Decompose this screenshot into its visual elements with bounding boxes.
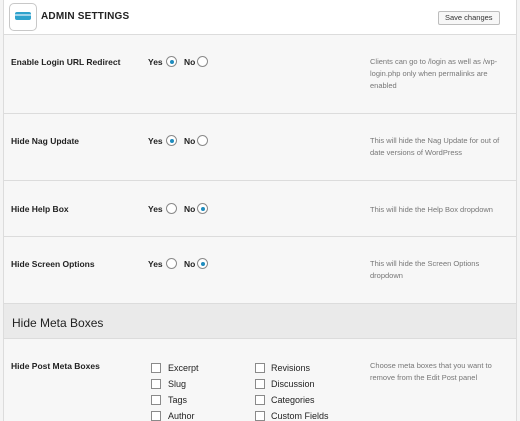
help-box-yes-radio[interactable] <box>166 203 177 214</box>
login-redirect-no-radio[interactable] <box>197 56 208 67</box>
author-checkbox[interactable] <box>151 411 161 421</box>
meta-boxes-section-header: Hide Meta Boxes <box>4 303 516 339</box>
login-redirect-yes-radio[interactable] <box>166 56 177 67</box>
setting-description: Choose meta boxes that you want to remov… <box>370 361 492 382</box>
yes-label: Yes <box>148 57 163 67</box>
checkbox-label: Custom Fields <box>271 411 329 421</box>
nag-update-yes-radio[interactable] <box>166 135 177 146</box>
discussion-checkbox[interactable] <box>255 379 265 389</box>
no-label: No <box>184 136 196 146</box>
revisions-checkbox[interactable] <box>255 363 265 373</box>
nag-update-no-radio[interactable] <box>197 135 208 146</box>
checkbox-label: Tags <box>168 395 188 405</box>
setting-description: Clients can go to /login as well as /wp-… <box>370 57 498 90</box>
excerpt-checkbox[interactable] <box>151 363 161 373</box>
page-title: ADMIN SETTINGS <box>41 11 130 22</box>
checkbox-label: Author <box>168 411 195 421</box>
checkbox-label: Discussion <box>271 379 315 389</box>
no-label: No <box>184 57 196 67</box>
tags-checkbox[interactable] <box>151 395 161 405</box>
help-box-no-radio[interactable] <box>197 203 208 214</box>
no-label: No <box>184 259 196 269</box>
screen-options-yes-radio[interactable] <box>166 258 177 269</box>
setting-label: Hide Post Meta Boxes <box>11 361 100 371</box>
checkbox-label: Excerpt <box>168 363 199 373</box>
setting-row-nag-update: Hide Nag Update Yes No This will hide th… <box>4 114 516 181</box>
setting-description: This will hide the Nag Update for out of… <box>370 136 500 157</box>
setting-label: Hide Screen Options <box>11 259 95 269</box>
setting-row-screen-options: Hide Screen Options Yes No This will hid… <box>4 237 516 303</box>
categories-checkbox[interactable] <box>255 395 265 405</box>
setting-description: This will hide the Help Box dropdown <box>370 205 493 214</box>
no-label: No <box>184 204 196 214</box>
custom-fields-checkbox[interactable] <box>255 411 265 421</box>
save-changes-button[interactable]: Save changes <box>438 11 500 25</box>
plugin-logo <box>9 3 37 31</box>
setting-label: Enable Login URL Redirect <box>11 57 121 67</box>
setting-row-login-redirect: Enable Login URL Redirect Yes No Clients… <box>4 36 516 114</box>
screen-options-no-radio[interactable] <box>197 258 208 269</box>
setting-row-help-box: Hide Help Box Yes No This will hide the … <box>4 181 516 237</box>
setting-description: This will hide the Screen Options dropdo… <box>370 259 480 280</box>
setting-label: Hide Help Box <box>11 204 69 214</box>
slug-checkbox[interactable] <box>151 379 161 389</box>
setting-label: Hide Nag Update <box>11 136 80 146</box>
checkbox-label: Categories <box>271 395 315 405</box>
setting-row-post-meta-boxes: Hide Post Meta Boxes Excerpt Slug Tags A… <box>4 339 516 421</box>
settings-panel: ADMIN SETTINGS Save changes Enable Login… <box>3 0 517 421</box>
window-bar-icon <box>15 12 31 20</box>
yes-label: Yes <box>148 136 163 146</box>
page-header: ADMIN SETTINGS Save changes <box>4 0 516 35</box>
checkbox-label: Revisions <box>271 363 311 373</box>
checkbox-label: Slug <box>168 379 187 389</box>
section-title: Hide Meta Boxes <box>12 316 104 330</box>
yes-label: Yes <box>148 259 163 269</box>
yes-label: Yes <box>148 204 163 214</box>
